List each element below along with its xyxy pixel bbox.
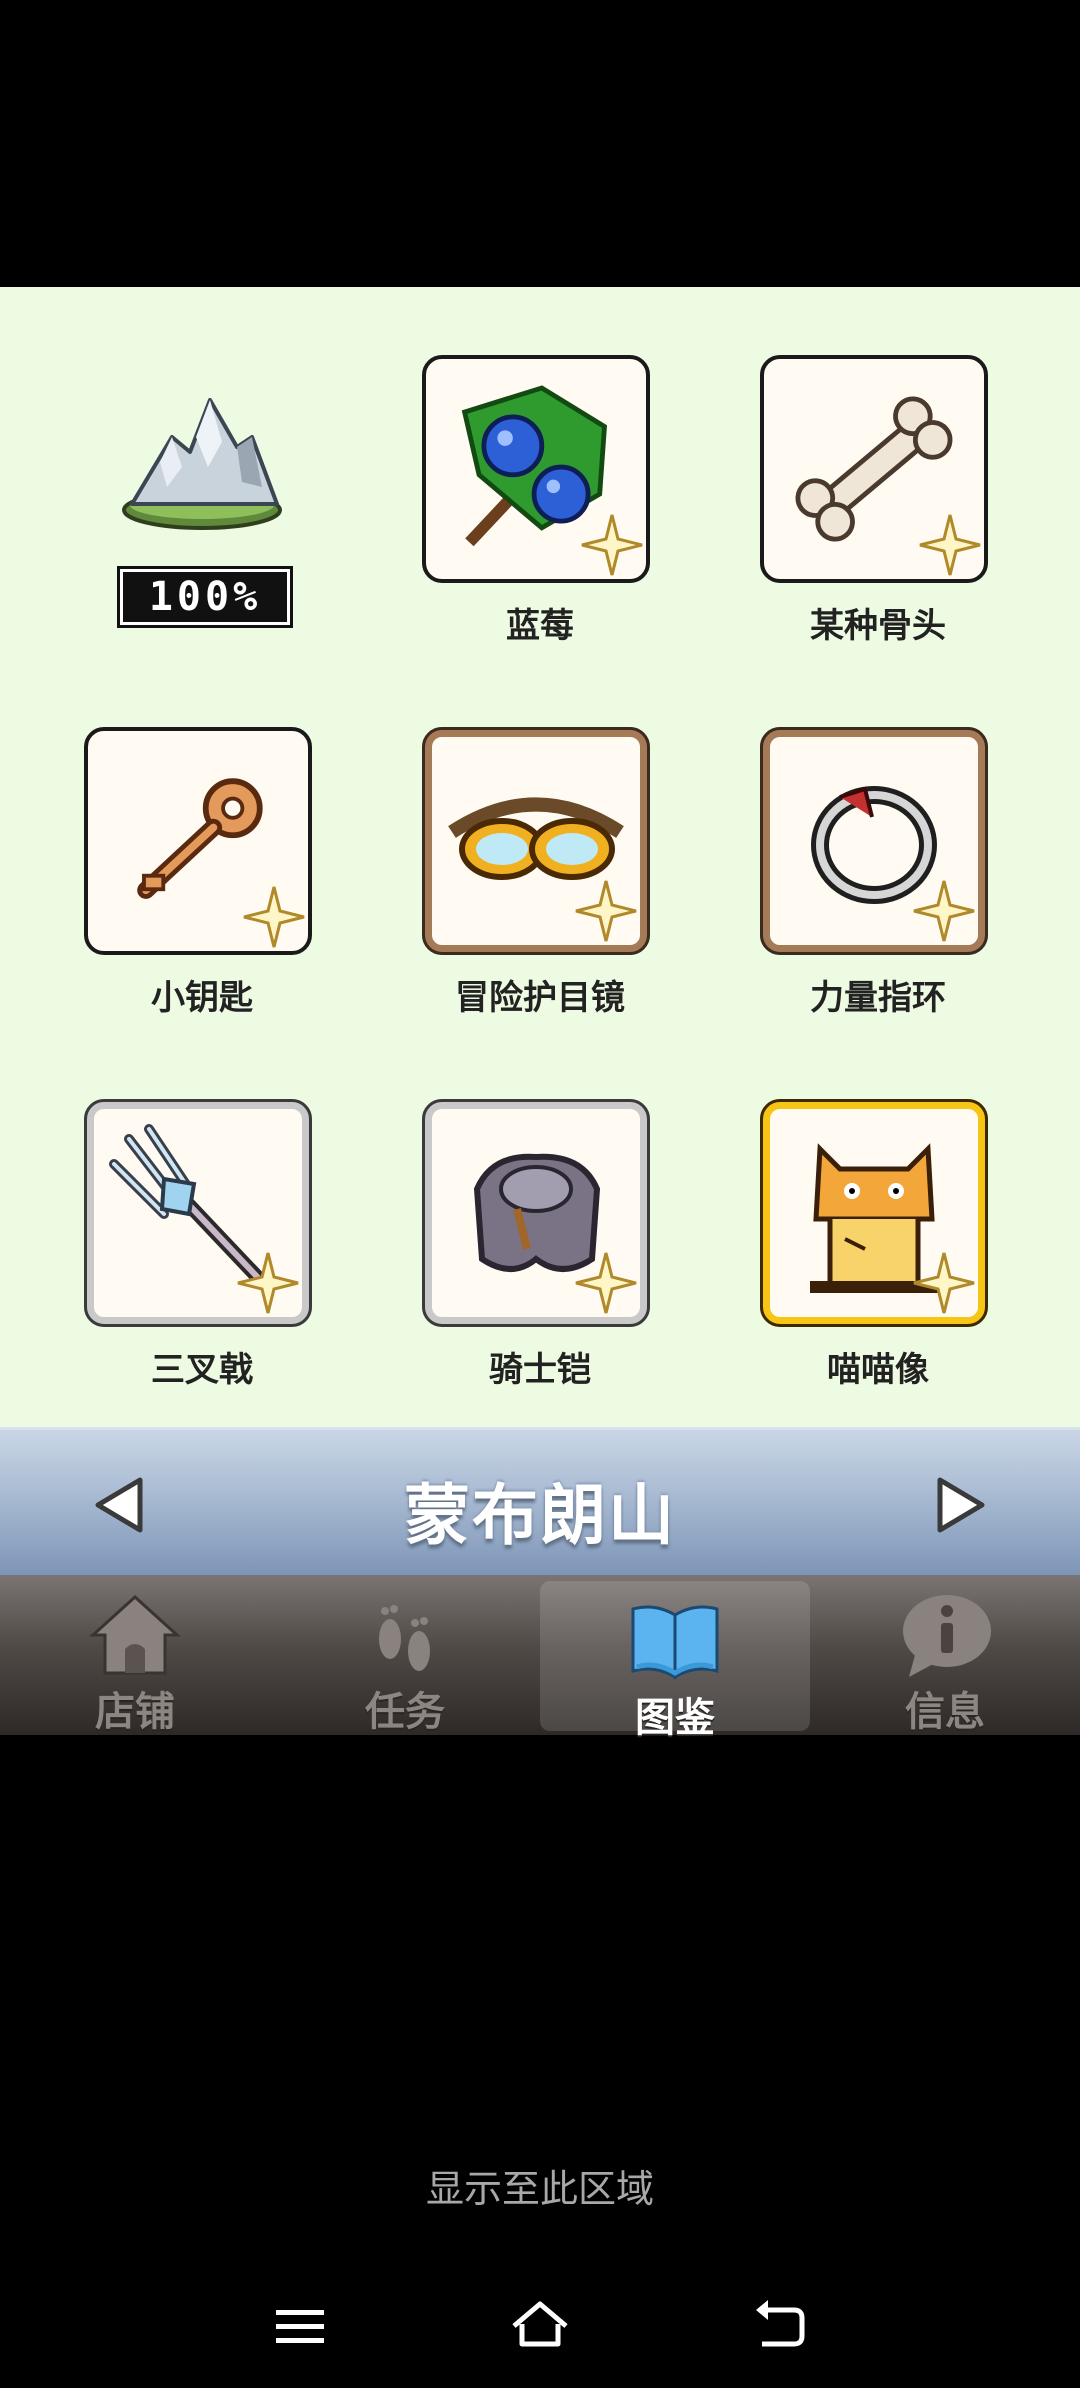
item-adventure-goggles[interactable]: [422, 727, 650, 955]
item-label: 骑士铠: [489, 1350, 591, 1390]
item-bone[interactable]: [760, 355, 988, 583]
back-icon[interactable]: [750, 2296, 810, 2356]
bottom-nav: 店铺 任务 图鉴 信息: [0, 1575, 1080, 1741]
tab-label: 信息: [905, 1689, 985, 1735]
region-title: 蒙布朗山: [404, 1477, 676, 1554]
footprints-icon: [379, 1605, 430, 1671]
home-icon[interactable]: [510, 2296, 570, 2356]
display-area-hint: 显示至此区域: [425, 2167, 654, 2211]
item-blueberry[interactable]: [422, 355, 650, 583]
item-trident[interactable]: [84, 1099, 312, 1327]
menu-icon[interactable]: [270, 2296, 330, 2356]
tab-label: 图鉴: [635, 1695, 715, 1741]
item-knight-armor[interactable]: [422, 1099, 650, 1327]
tab-shop[interactable]: 店铺: [0, 1575, 270, 1735]
tab-label: 任务: [365, 1689, 445, 1735]
tab-label: 店铺: [95, 1689, 175, 1735]
sparkle-icon: [575, 880, 637, 942]
sparkle-icon: [575, 1252, 637, 1314]
region-selector: 蒙布朗山: [0, 1427, 1080, 1578]
next-region-button[interactable]: [928, 1474, 990, 1536]
item-small-key[interactable]: [84, 727, 312, 955]
open-book-icon: [631, 1605, 719, 1680]
item-label: 小钥匙: [151, 978, 253, 1018]
sparkle-icon: [237, 1252, 299, 1314]
item-label: 三叉戟: [151, 1350, 253, 1390]
progress-badge: 100%: [117, 566, 293, 628]
tab-encyclopedia[interactable]: 图鉴: [540, 1581, 810, 1741]
item-label: 力量指环: [810, 978, 946, 1018]
item-label: 某种骨头: [810, 606, 946, 646]
sparkle-icon: [913, 1252, 975, 1314]
sparkle-icon: [243, 886, 305, 948]
collection-grid: 100% 蓝莓 某种骨头 小钥匙 冒险护目镜 力量指环 三叉戟 骑士铠 喵喵像: [0, 287, 1080, 1427]
tab-info[interactable]: 信息: [810, 1575, 1080, 1735]
item-label: 冒险护目镜: [455, 978, 625, 1018]
item-label: 喵喵像: [827, 1350, 929, 1390]
tab-quests[interactable]: 任务: [270, 1575, 540, 1735]
sparkle-icon: [581, 514, 643, 576]
info-bubble-icon: [903, 1595, 991, 1677]
mountain-icon: [112, 392, 292, 532]
sparkle-icon: [913, 880, 975, 942]
item-power-ring[interactable]: [760, 727, 988, 955]
item-cat-statue[interactable]: [760, 1099, 988, 1327]
item-label: 蓝莓: [506, 606, 574, 646]
shop-house-icon: [89, 1594, 181, 1675]
sparkle-icon: [919, 514, 981, 576]
